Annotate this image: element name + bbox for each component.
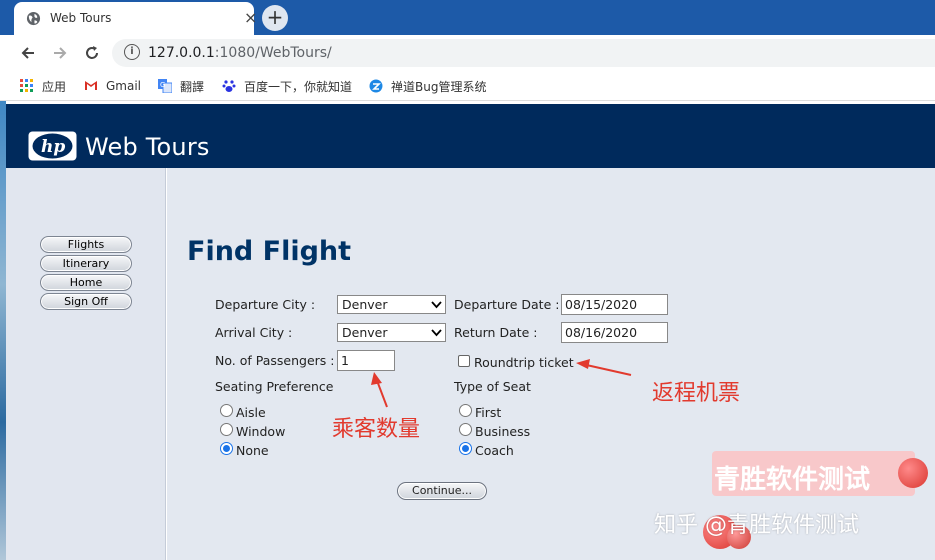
address-bar[interactable]: i 127.0.0.1:1080/WebTours/ [112, 39, 935, 67]
seat-business-radio[interactable] [459, 423, 472, 436]
seating-aisle-radio[interactable] [220, 404, 233, 417]
departure-city-label: Departure City : [215, 297, 316, 312]
sidebar-item-flights[interactable]: Flights [40, 236, 132, 253]
browser-tab[interactable]: Web Tours × [14, 2, 257, 35]
baidu-paw-icon [222, 80, 236, 92]
hp-logo: hp [28, 131, 77, 161]
bookmarks-bar: 应用 Gmail G 翻譯 百度一下，你就知道 禅道Bug管理系统 [0, 71, 935, 101]
forward-arrow-icon[interactable] [48, 41, 72, 65]
svg-text:G: G [160, 81, 165, 89]
site-header: hp Web Tours [6, 104, 935, 168]
departure-date-label: Departure Date : [454, 297, 560, 312]
chevron-down-icon [431, 301, 442, 309]
return-date-input[interactable]: 08/16/2020 [561, 322, 668, 343]
sidebar-item-sign-off[interactable]: Sign Off [40, 293, 132, 310]
watermark-main: 青胜软件测试 [714, 465, 871, 495]
back-arrow-icon[interactable] [16, 41, 40, 65]
bookmark-apps[interactable]: 应用 [20, 78, 66, 94]
seat-first-radio[interactable] [459, 404, 472, 417]
apps-grid-icon [20, 79, 33, 92]
return-date-label: Return Date : [454, 325, 538, 340]
seating-none-radio[interactable] [220, 442, 233, 455]
navigation-bar: i 127.0.0.1:1080/WebTours/ [0, 35, 935, 71]
watermark-credit: 知乎 @青胜软件测试 [654, 513, 859, 538]
cherry-decoration [898, 458, 928, 488]
bookmark-translate[interactable]: G 翻譯 [158, 78, 204, 94]
reload-icon[interactable] [80, 41, 104, 65]
bookmark-gmail[interactable]: Gmail [84, 78, 141, 94]
svg-text:hp: hp [41, 137, 65, 157]
seat-business-label: Business [475, 424, 531, 439]
seating-aisle-label: Aisle [236, 405, 266, 420]
sidebar-item-itinerary[interactable]: Itinerary [40, 255, 132, 272]
sidebar-nav: Flights Itinerary Home Sign Off [6, 168, 166, 560]
brand-name: Web Tours [85, 133, 210, 161]
seating-preference-label: Seating Preference [215, 379, 334, 394]
seat-first-label: First [475, 405, 502, 420]
globe-icon [26, 11, 41, 26]
sidebar-item-home[interactable]: Home [40, 274, 132, 291]
seat-coach-label: Coach [475, 443, 514, 458]
bookmark-zentao[interactable]: 禅道Bug管理系统 [369, 78, 486, 94]
annotation-passenger-count: 乘客数量 [332, 417, 421, 442]
url-text: 127.0.0.1:1080/WebTours/ [148, 45, 332, 61]
page-title: Find Flight [187, 236, 352, 267]
roundtrip-label: Roundtrip ticket [474, 355, 574, 370]
site-info-icon[interactable]: i [124, 44, 140, 60]
departure-city-select[interactable]: Denver [337, 295, 446, 314]
seat-type-label: Type of Seat [454, 379, 531, 394]
find-flight-panel: Find Flight Departure City : Denver Depa… [167, 168, 935, 560]
chevron-down-icon [431, 329, 442, 337]
annotation-return-ticket: 返程机票 [652, 381, 741, 406]
tab-close-icon[interactable]: × [244, 8, 257, 27]
departure-date-input[interactable]: 08/15/2020 [561, 294, 668, 315]
zentao-icon [369, 79, 383, 93]
tab-title: Web Tours [50, 11, 112, 25]
seating-none-label: None [236, 443, 269, 458]
seating-window-label: Window [236, 424, 286, 439]
arrival-city-select[interactable]: Denver [337, 323, 446, 342]
new-tab-button[interactable]: + [262, 5, 288, 31]
gmail-icon [85, 81, 97, 90]
tab-strip: Web Tours × + [0, 0, 935, 35]
seat-coach-radio[interactable] [459, 442, 472, 455]
arrival-city-label: Arrival City : [215, 325, 293, 340]
translate-icon: G [158, 79, 172, 93]
continue-button[interactable]: Continue... [397, 482, 487, 500]
bookmark-baidu[interactable]: 百度一下，你就知道 [222, 78, 352, 94]
seating-window-radio[interactable] [220, 423, 233, 436]
passengers-label: No. of Passengers : [215, 353, 335, 368]
roundtrip-checkbox[interactable] [458, 355, 470, 367]
passengers-input[interactable]: 1 [337, 350, 395, 371]
